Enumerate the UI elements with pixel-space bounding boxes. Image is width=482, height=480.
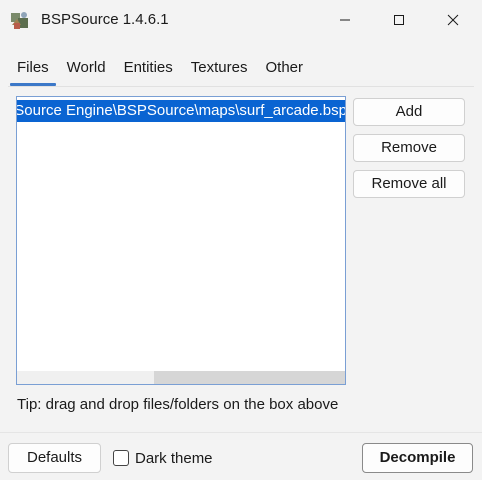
tab-other[interactable]: Other [256, 56, 312, 86]
file-path: Source Engine\BSPSource\maps\surf_arcade… [17, 102, 345, 119]
maximize-button[interactable] [372, 0, 426, 40]
horizontal-scrollbar[interactable] [17, 371, 345, 384]
close-button[interactable] [426, 0, 480, 40]
window-title: BSPSource 1.4.6.1 [41, 11, 169, 28]
defaults-button[interactable]: Defaults [8, 443, 101, 473]
tab-divider [8, 86, 474, 87]
tab-textures[interactable]: Textures [182, 56, 257, 86]
bspsource-app-icon [11, 12, 28, 29]
remove-all-button[interactable]: Remove all [353, 170, 465, 198]
minimize-icon [340, 19, 350, 21]
footer-divider [0, 432, 482, 433]
dark-theme-label: Dark theme [135, 449, 213, 467]
close-icon [447, 14, 459, 26]
tab-world[interactable]: World [58, 56, 115, 86]
tab-bar: Files World Entities Textures Other [8, 56, 312, 88]
remove-button[interactable]: Remove [353, 134, 465, 162]
tip-text: Tip: drag and drop files/folders on the … [17, 396, 339, 413]
file-list[interactable]: Source Engine\BSPSource\maps\surf_arcade… [16, 96, 346, 385]
bspsource-window: BSPSource 1.4.6.1 Files World Entities T… [0, 0, 482, 480]
maximize-icon [394, 15, 404, 25]
title-bar[interactable]: BSPSource 1.4.6.1 [0, 0, 482, 42]
decompile-button[interactable]: Decompile [362, 443, 473, 473]
dark-theme-toggle[interactable]: Dark theme [113, 448, 213, 468]
scrollbar-thumb[interactable] [154, 371, 345, 384]
add-button[interactable]: Add [353, 98, 465, 126]
minimize-button[interactable] [318, 0, 372, 40]
dark-theme-checkbox[interactable] [113, 450, 129, 466]
tab-entities[interactable]: Entities [115, 56, 182, 86]
tab-files[interactable]: Files [8, 56, 58, 86]
list-item[interactable]: Source Engine\BSPSource\maps\surf_arcade… [17, 100, 345, 122]
